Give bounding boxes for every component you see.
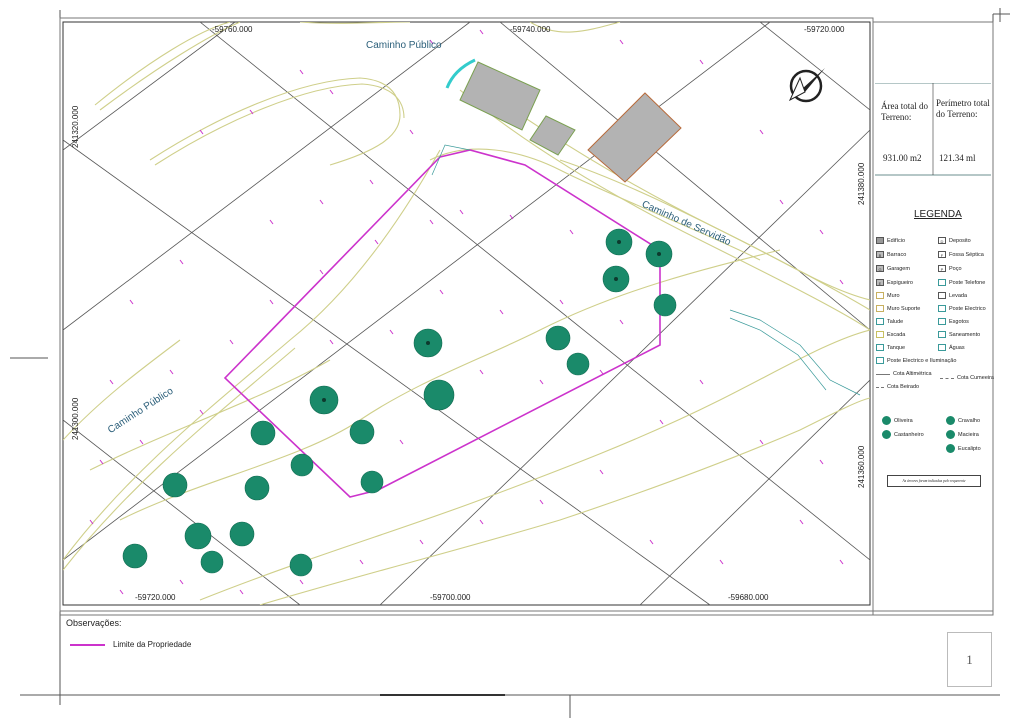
legend-tree-oliveira: Oliveira: [882, 416, 913, 425]
eave-line-icon: [876, 386, 884, 388]
x-coord-3: -59720.000: [804, 25, 845, 34]
y-coord-2: 241300.000: [71, 397, 80, 440]
legend-item-garagem: G Garagem: [876, 265, 910, 272]
shed-icon: B: [876, 251, 884, 258]
deposit-icon: D: [938, 237, 946, 244]
building-2: [529, 115, 576, 156]
legend-title: LEGENDA: [914, 209, 962, 220]
septic-tank-icon: F: [938, 251, 946, 258]
legend-item-muro: Muro: [876, 292, 900, 299]
legend-item-espigueiro: E Espigueiro: [876, 279, 913, 286]
water-icon: [938, 344, 946, 351]
legend-item-saneamento: Saneamento: [938, 331, 980, 338]
road-label-caminho-publico-top: Caminho Público: [366, 40, 442, 51]
well-icon: P: [938, 265, 946, 272]
legend-item-cota-beirado: Cota Beirado: [876, 384, 919, 390]
phone-pole-icon: [938, 279, 946, 286]
legend-item-poste-iluminacao: Poste Electrico e Iluminação: [876, 357, 956, 364]
y-coord-1: 241320.000: [71, 105, 80, 148]
sewer-icon: [938, 318, 946, 325]
legend-item-deposito: D Deposito: [938, 237, 971, 244]
granary-icon: E: [876, 279, 884, 286]
eucalyptus-tree-icon: [946, 444, 955, 453]
area-value: 931.00 m2: [883, 153, 922, 163]
stairs-icon: [876, 331, 884, 338]
power-pole-icon: [938, 305, 946, 312]
perimeter-value: 121.34 ml: [939, 153, 976, 163]
channel-icon: [938, 292, 946, 299]
y-coord-4: 241360.000: [857, 445, 866, 488]
boundary-legend: Limite da Propriedade: [70, 640, 191, 649]
chestnut-tree-icon: [882, 430, 891, 439]
boundary-line-icon: [70, 643, 105, 646]
retaining-wall-icon: [876, 305, 884, 312]
legend-item-barraco: B Barraco: [876, 251, 906, 258]
legend-item-cota-altimetrica: Cota Altimétrica: [876, 371, 932, 377]
legend-item-cota-cumeeira: Cota Cumeeira: [940, 375, 994, 381]
x-coord-6: -59680.000: [728, 593, 769, 602]
sanitation-icon: [938, 331, 946, 338]
x-coord-1: -59760.000: [212, 25, 253, 34]
legend-item-poco: P Poço: [938, 265, 962, 272]
legend-tree-castanheiro: Castanheiro: [882, 430, 924, 439]
legend-tree-cravalho: Cravalho: [946, 416, 980, 425]
tank-icon: [876, 344, 884, 351]
oak-tree-icon: [946, 416, 955, 425]
y-coord-3: 241380.000: [857, 162, 866, 205]
legend-item-aguas: Águas: [938, 344, 965, 351]
x-coord-4: -59720.000: [135, 593, 176, 602]
area-label: Área total do Terreno:: [881, 101, 928, 122]
tree-note: As árvores foram indicadas pelo requeren…: [887, 475, 981, 487]
legend-item-edificio: Edifício: [876, 237, 905, 244]
perimeter-label: Perímetro total do Terreno:: [936, 98, 990, 119]
coordinate-grid: [63, 22, 870, 605]
garage-icon: G: [876, 265, 884, 272]
legend-item-tanque: Tanque: [876, 344, 905, 351]
olive-tree-icon: [882, 416, 891, 425]
map-canvas: [63, 22, 870, 605]
elevation-marks: [89, 29, 844, 595]
legend-item-poste-telefone: Poste Telefone: [938, 279, 985, 286]
observations-label: Observações:: [66, 618, 122, 628]
legend-item-poste-electrico: Poste Electrico: [938, 305, 986, 312]
building-icon: [876, 237, 884, 244]
legend-item-talude: Talude: [876, 318, 903, 325]
trees: [122, 228, 677, 577]
boundary-label: Limite da Propriedade: [113, 640, 192, 649]
apple-tree-icon: [946, 430, 955, 439]
legend-item-escada: Escada: [876, 331, 905, 338]
slope-icon: [876, 318, 884, 325]
street-light-icon: [876, 357, 884, 364]
property-boundary: [223, 149, 661, 498]
area-info-table: Área total do Terreno: Perímetro total d…: [875, 83, 991, 176]
legend-tree-eucalipto: Eucalipto: [946, 444, 981, 453]
page-number: 1: [947, 632, 992, 687]
elevation-line-icon: [876, 373, 890, 375]
x-coord-2: -59740.000: [510, 25, 551, 34]
ridge-line-icon: [940, 377, 954, 379]
contour-lines: [63, 22, 870, 605]
north-arrow-icon: [788, 68, 825, 103]
legend-item-esgotos: Esgotos: [938, 318, 969, 325]
legend-item-levada: Levada: [938, 292, 967, 299]
legend-item-muro-suporte: Muro Suporte: [876, 305, 920, 312]
stairs: [431, 144, 861, 396]
x-coord-5: -59700.000: [430, 593, 471, 602]
legend-item-fossa: F Fossa Séptica: [938, 251, 984, 258]
tree-markers: [322, 240, 661, 402]
wall-icon: [876, 292, 884, 299]
legend-tree-macieira: Macieira: [946, 430, 979, 439]
